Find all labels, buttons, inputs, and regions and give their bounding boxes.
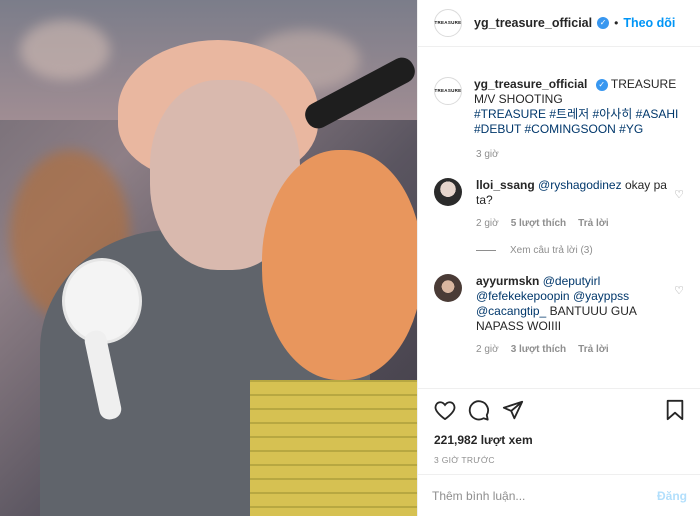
post-video[interactable] (0, 0, 417, 516)
heart-icon[interactable] (434, 400, 456, 420)
hashtag[interactable]: #COMINGSOON (524, 122, 615, 136)
comment-meta: 2 giờ 3 lượt thích Trả lời (476, 344, 684, 355)
mention-link[interactable]: @yayppss (573, 289, 629, 303)
bookmark-icon[interactable] (665, 399, 685, 421)
hashtag[interactable]: #DEBUT (474, 122, 521, 136)
comments-section: TREASURE yg_treasure_official ✓ TREASURE… (418, 77, 700, 355)
commenter-username[interactable]: ayyurmskn (476, 274, 539, 288)
follow-button[interactable]: Theo dõi (623, 16, 675, 30)
post-header: TREASURE yg_treasure_official ✓ • Theo d… (418, 0, 700, 47)
comment: lloi_ssang @ryshagodinez okay pa ta? ♡ (434, 178, 684, 208)
add-comment-bar: Thêm bình luận... Đăng (418, 474, 700, 516)
caption-time: 3 giờ (476, 149, 499, 160)
reply-button[interactable]: Trả lời (578, 218, 608, 229)
hashtag[interactable]: #ASAHI (636, 107, 679, 121)
post-age: 3 GIỜ TRƯỚC (434, 455, 495, 465)
verified-badge-icon: ✓ (597, 17, 610, 29)
share-icon[interactable] (502, 399, 524, 421)
verified-badge-icon: ✓ (595, 78, 608, 91)
like-comment-heart-icon[interactable]: ♡ (674, 188, 684, 201)
comment-icon[interactable] (468, 399, 490, 421)
comment: ayyurmskn @deputyirl @fefekekepoopin @ya… (434, 274, 684, 334)
like-comment-heart-icon[interactable]: ♡ (674, 284, 684, 297)
post-actions: 221,982 lượt xem 3 GIỜ TRƯỚC (418, 388, 700, 465)
commenter-username[interactable]: lloi_ssang (476, 178, 535, 192)
post-caption: TREASURE yg_treasure_official ✓ TREASURE… (434, 77, 684, 137)
mention-link[interactable]: @ryshagodinez (538, 178, 622, 192)
comment-input[interactable]: Thêm bình luận... (432, 489, 657, 503)
account-avatar[interactable]: TREASURE (434, 9, 462, 37)
comment-meta: 2 giờ 5 lượt thích Trả lời (476, 218, 684, 229)
comment-likes[interactable]: 3 lượt thích (511, 344, 566, 355)
instagram-post-view: TREASURE yg_treasure_official ✓ • Theo d… (0, 0, 700, 516)
hashtag[interactable]: #트레저 (549, 107, 589, 121)
post-comment-button[interactable]: Đăng (657, 489, 687, 503)
mention-link[interactable]: @cacangtip_ (476, 304, 546, 318)
commenter-avatar[interactable] (434, 178, 462, 206)
comment-time: 2 giờ (476, 344, 499, 355)
caption-avatar[interactable]: TREASURE (434, 77, 462, 105)
hashtag[interactable]: #아사히 (593, 107, 633, 121)
post-panel: TREASURE yg_treasure_official ✓ • Theo d… (417, 0, 700, 516)
commenter-avatar[interactable] (434, 274, 462, 302)
caption-username[interactable]: yg_treasure_official (474, 77, 587, 91)
mention-link[interactable]: @fefekekepoopin (476, 289, 570, 303)
mention-link[interactable]: @deputyirl (543, 274, 601, 288)
reply-button[interactable]: Trả lời (578, 344, 608, 355)
hashtag[interactable]: #TREASURE (474, 107, 546, 121)
comment-likes[interactable]: 5 lượt thích (511, 218, 566, 229)
view-count[interactable]: 221,982 lượt xem (434, 433, 685, 447)
comment-time: 2 giờ (476, 218, 499, 229)
account-username[interactable]: yg_treasure_official (474, 16, 592, 30)
view-replies-button[interactable]: Xem câu trả lời (3) (476, 245, 684, 256)
hashtag[interactable]: #YG (619, 122, 643, 136)
